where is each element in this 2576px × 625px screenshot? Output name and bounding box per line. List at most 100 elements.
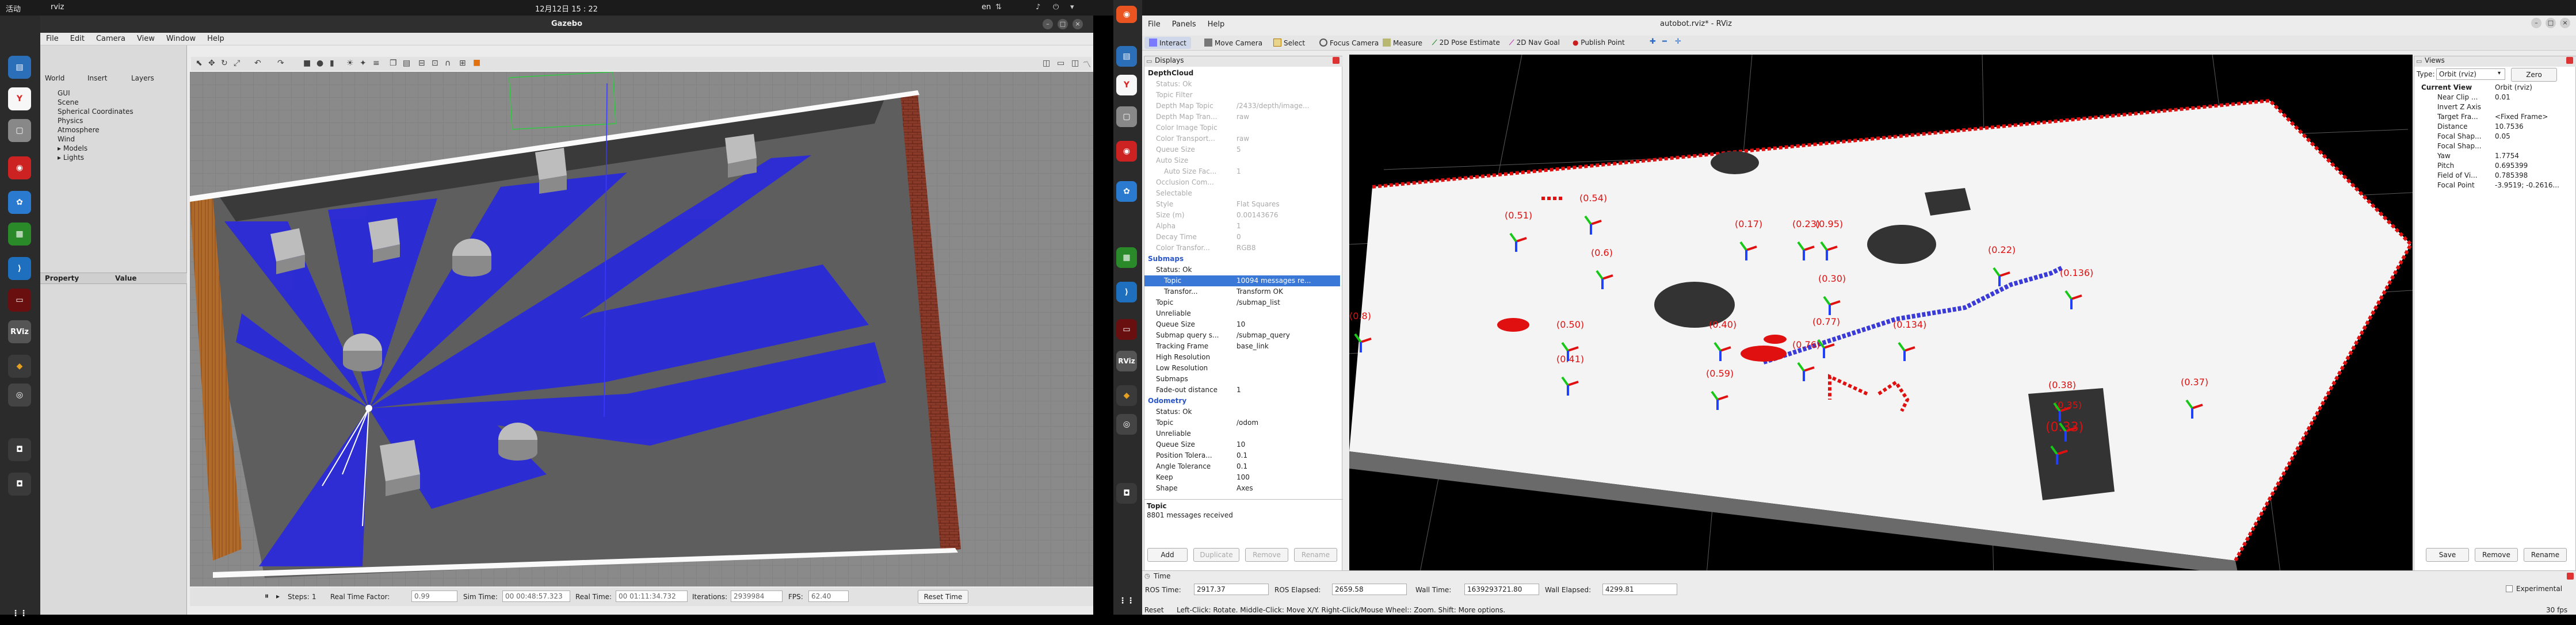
view-prop-row[interactable]: Current View Orbit (rviz) bbox=[2414, 83, 2575, 93]
display-row-value[interactable]: /submap_query bbox=[1237, 330, 1335, 341]
vscode-icon[interactable]: ⟩ bbox=[1116, 282, 1137, 302]
app-icon[interactable]: ▢ bbox=[1116, 106, 1137, 127]
menu-file[interactable]: File bbox=[1142, 18, 1166, 30]
disk2-icon[interactable]: ◘ bbox=[8, 473, 31, 496]
power-icon[interactable]: ⏻ bbox=[1053, 3, 1059, 11]
save-view-button[interactable]: Save bbox=[2426, 548, 2469, 562]
tree-item-atmosphere[interactable]: Atmosphere bbox=[58, 125, 133, 135]
app-grid-icon[interactable]: ⋮⋮ bbox=[1116, 592, 1137, 609]
display-row[interactable]: Decay Time 0 bbox=[1144, 232, 1340, 243]
tool-publish-point[interactable]: ● Publish Point bbox=[1568, 37, 1629, 48]
display-row[interactable]: Depth Map Tran... raw bbox=[1144, 112, 1340, 122]
remove-tool-icon[interactable]: ━ bbox=[1662, 37, 1667, 46]
display-row[interactable]: Fade-out distance 1 bbox=[1144, 385, 1340, 396]
record-icon[interactable]: ◫ bbox=[1071, 59, 1079, 68]
yandex-icon[interactable]: Y bbox=[1116, 75, 1137, 95]
tab-layers[interactable]: Layers bbox=[131, 74, 154, 82]
tree-item-physics[interactable]: Physics bbox=[58, 116, 133, 125]
display-row[interactable]: Queue Size 10 bbox=[1144, 439, 1340, 450]
view-prop-row[interactable]: Focal Shap... bbox=[2414, 141, 2575, 151]
display-row[interactable]: Queue Size 5 bbox=[1144, 144, 1340, 155]
step-icon[interactable]: ▸ bbox=[276, 592, 280, 600]
view-prop-value[interactable]: 0.785398 bbox=[2495, 171, 2575, 181]
rviz-icon[interactable]: RViz bbox=[1116, 351, 1137, 371]
view-prop-row[interactable]: Invert Z Axis bbox=[2414, 102, 2575, 112]
display-row[interactable]: Auto Size bbox=[1144, 155, 1340, 166]
display-row[interactable]: Topic/odom bbox=[1144, 417, 1340, 428]
tree-item-spherical[interactable]: Spherical Coordinates bbox=[58, 107, 133, 116]
view-prop-row[interactable]: Focal Point -3.9519; -0.2616... bbox=[2414, 181, 2575, 190]
duplicate-display-button[interactable]: Duplicate bbox=[1193, 548, 1239, 562]
gazebo-icon[interactable]: ◎ bbox=[8, 384, 31, 407]
app-icon[interactable]: ▢ bbox=[8, 119, 31, 142]
select-tool-icon[interactable]: ⬉ bbox=[196, 59, 203, 68]
log-icon[interactable]: ▭ bbox=[1057, 59, 1064, 68]
view-prop-value[interactable]: 1.7754 bbox=[2495, 151, 2575, 161]
align-icon[interactable]: ⊟ bbox=[418, 59, 425, 68]
add-tool-icon[interactable]: ✚ bbox=[1650, 37, 1656, 46]
view-prop-value[interactable]: <Fixed Frame> bbox=[2495, 112, 2575, 122]
translate-tool-icon[interactable]: ✥ bbox=[208, 59, 215, 68]
yandex-icon[interactable]: Y bbox=[8, 87, 31, 110]
view-prop-row[interactable]: Yaw 1.7754 bbox=[2414, 151, 2575, 161]
display-row[interactable]: Topic/submap_list bbox=[1144, 297, 1340, 308]
display-row[interactable]: Low Resolution bbox=[1144, 363, 1340, 374]
view-prop-row[interactable]: Target Fra... <Fixed Frame> bbox=[2414, 112, 2575, 122]
display-row-value[interactable]: raw bbox=[1237, 133, 1335, 144]
screenshot-icon[interactable]: ◫ bbox=[1043, 59, 1050, 68]
reset-button[interactable]: Reset bbox=[1144, 606, 1164, 614]
view-prop-value[interactable]: 10.7536 bbox=[2495, 122, 2575, 132]
display-row-value[interactable]: 5 bbox=[1237, 144, 1335, 155]
chevron-down-icon[interactable]: ▾ bbox=[2498, 70, 2501, 76]
display-row[interactable]: Alpha 1 bbox=[1144, 221, 1340, 232]
display-row-value[interactable]: 100 bbox=[1237, 472, 1335, 483]
display-row[interactable]: Size (m) 0.00143676 bbox=[1144, 210, 1340, 221]
view-prop-value[interactable]: Orbit (rviz) bbox=[2495, 83, 2575, 93]
pause-icon[interactable]: ⏸ bbox=[265, 592, 269, 601]
display-row[interactable]: Auto Size Fac... 1 bbox=[1144, 166, 1340, 177]
menu-help[interactable]: Help bbox=[201, 33, 230, 45]
scale-tool-icon[interactable]: ⤢ bbox=[234, 59, 240, 68]
display-row-value[interactable]: 10 bbox=[1237, 439, 1335, 450]
display-row[interactable]: DepthCloud bbox=[1144, 68, 1340, 79]
crosshair-icon[interactable]: ✛ bbox=[1675, 37, 1681, 46]
display-row-value[interactable]: /2433/depth/image... bbox=[1237, 101, 1335, 112]
display-row[interactable]: Position Tolera... 0.1 bbox=[1144, 450, 1340, 461]
snap-icon[interactable]: ⊡ bbox=[432, 59, 438, 68]
panel-close-icon[interactable] bbox=[2566, 57, 2573, 64]
tree-item-scene[interactable]: Scene bbox=[58, 98, 133, 107]
menu-view[interactable]: View bbox=[131, 33, 161, 45]
red-app-icon[interactable]: ◉ bbox=[8, 156, 31, 179]
display-row-value[interactable]: RGB8 bbox=[1237, 243, 1335, 254]
steps-value[interactable]: 1 bbox=[312, 593, 316, 601]
box-shape-icon[interactable]: ■ bbox=[303, 59, 311, 68]
view-prop-value[interactable]: 0.05 bbox=[2495, 132, 2575, 141]
display-row-value[interactable]: base_link bbox=[1237, 341, 1335, 352]
pycharm-icon[interactable]: ▦ bbox=[8, 223, 31, 246]
minimize-icon[interactable]: – bbox=[1043, 19, 1053, 29]
experimental-checkbox[interactable] bbox=[2506, 585, 2513, 592]
gazebo-viewport[interactable] bbox=[190, 72, 1093, 586]
disk-icon[interactable]: ◘ bbox=[1116, 483, 1137, 504]
view-prop-value[interactable]: 0.01 bbox=[2495, 93, 2575, 102]
display-row-value[interactable]: 1 bbox=[1237, 166, 1335, 177]
tool-interact[interactable]: Interact bbox=[1144, 37, 1191, 49]
view-prop-value[interactable]: 0.695399 bbox=[2495, 161, 2575, 171]
display-row[interactable]: High Resolution bbox=[1144, 352, 1340, 363]
rotate-tool-icon[interactable]: ↻ bbox=[221, 59, 228, 68]
joint-icon[interactable]: ⊞ bbox=[459, 59, 466, 68]
display-row[interactable]: Odometry bbox=[1144, 396, 1340, 407]
view-prop-row[interactable]: Near Clip ... 0.01 bbox=[2414, 93, 2575, 102]
red-app-icon[interactable]: ◉ bbox=[1116, 141, 1137, 162]
layers-icon[interactable]: ◆ bbox=[1116, 385, 1137, 406]
display-row-value[interactable]: 0.00143676 bbox=[1237, 210, 1335, 221]
rename-display-button[interactable]: Rename bbox=[1294, 548, 1337, 562]
display-row[interactable]: Occlusion Com... bbox=[1144, 177, 1340, 188]
rename-view-button[interactable]: Rename bbox=[2524, 548, 2567, 562]
maximize-icon[interactable]: □ bbox=[2546, 18, 2556, 28]
copy-icon[interactable]: ❐ bbox=[390, 59, 397, 68]
display-row[interactable]: Tracking Frame base_link bbox=[1144, 341, 1340, 352]
display-row[interactable]: Transfor... Transform OK bbox=[1144, 286, 1340, 297]
display-row-value[interactable]: 10 bbox=[1237, 319, 1335, 330]
redo-icon[interactable]: ↷ bbox=[277, 59, 284, 68]
